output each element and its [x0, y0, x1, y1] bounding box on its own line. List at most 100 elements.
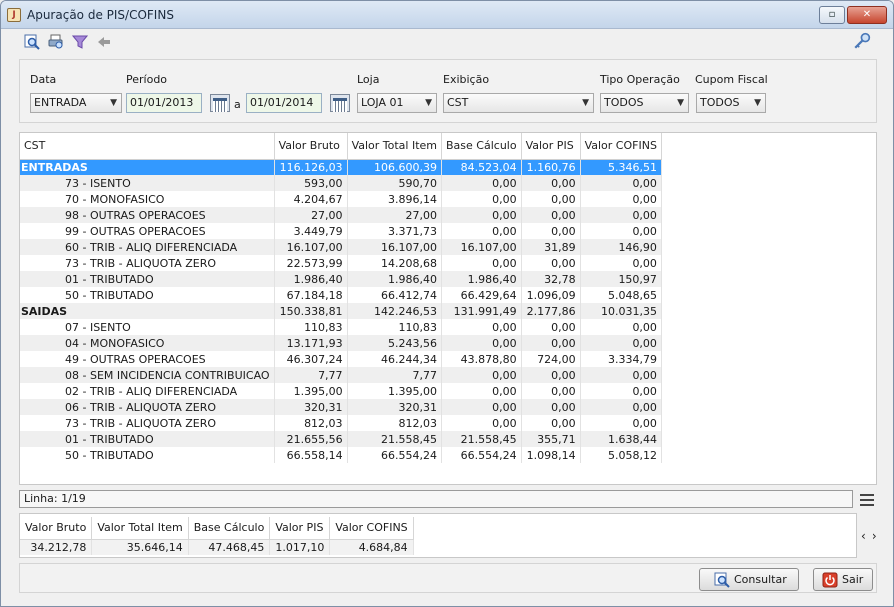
table-row[interactable]: 98 - OUTRAS OPERACOES 27,00 27,00 0,00 0,00 0… — [20, 207, 662, 223]
table-row[interactable]: 02 - TRIB - ALIQ DIFERENCIADA 1.395,00 1.3… — [20, 383, 662, 399]
restore-button[interactable]: ▫ — [819, 6, 845, 24]
chevron-down-icon: ▼ — [425, 98, 432, 108]
chevron-left-icon[interactable]: ‹ — [861, 529, 872, 543]
column-header[interactable]: CST — [20, 133, 275, 160]
value-cell: 3.371,73 — [347, 223, 443, 239]
totals-panel: Valor Bruto Valor Total Item Base Cálculo V… — [19, 513, 857, 558]
value-cell: 46.307,24 — [274, 351, 348, 367]
value-cell: 21.655,56 — [274, 431, 348, 447]
table-row[interactable]: 73 - TRIB - ALIQUOTA ZERO 22.573,99 14.208… — [20, 255, 662, 271]
loja-select[interactable]: LOJA 01 ▼ — [357, 93, 437, 113]
cst-cell: 01 - TRIBUTADO — [20, 271, 275, 287]
table-row[interactable]: SAIDAS 150.338,81 142.246,53 131.991,49 2.17… — [20, 303, 662, 319]
column-header[interactable]: Valor Bruto — [274, 133, 348, 160]
table-row[interactable]: 99 - OUTRAS OPERACOES 3.449,79 3.371,73 0,0… — [20, 223, 662, 239]
exibicao-select-value: CST — [447, 96, 469, 109]
data-select-value: ENTRADA — [34, 96, 87, 109]
table-row[interactable]: 07 - ISENTO 110,83 110,83 0,00 0,00 0,00 — [20, 319, 662, 335]
value-cell: 131.991,49 — [441, 303, 522, 319]
table-row[interactable]: 70 - MONOFASICO 4.204,67 3.896,14 0,00 0,00 0… — [20, 191, 662, 207]
menu-icon[interactable] — [859, 491, 875, 507]
table-row[interactable]: 04 - MONOFASICO 13.171,93 5.243,56 0,00 0,00… — [20, 335, 662, 351]
totals-column-header: Valor PIS — [269, 517, 331, 540]
filter-icon[interactable] — [71, 33, 89, 51]
table-row[interactable]: 06 - TRIB - ALIQUOTA ZERO 320,31 320,31 0,0… — [20, 399, 662, 415]
consultar-button[interactable]: Consultar — [699, 568, 799, 591]
column-header[interactable]: Valor PIS — [521, 133, 581, 160]
value-cell: 1.160,76 — [521, 159, 581, 175]
table-row[interactable]: 73 - TRIB - ALIQUOTA ZERO 812,03 812,03 0,0… — [20, 415, 662, 431]
table-row[interactable]: 60 - TRIB - ALIQ DIFERENCIADA 16.107,00 16… — [20, 239, 662, 255]
column-header[interactable]: Valor COFINS — [580, 133, 662, 160]
value-cell: 66.554,24 — [347, 447, 443, 463]
chevron-right-icon[interactable]: › — [872, 529, 883, 543]
column-header[interactable]: Base Cálculo — [441, 133, 522, 160]
value-cell: 0,00 — [580, 223, 662, 239]
cupom-fiscal-select[interactable]: TODOS ▼ — [696, 93, 766, 113]
totals-column-header: Valor Bruto — [20, 517, 93, 540]
table-row[interactable]: 01 - TRIBUTADO 21.655,56 21.558,45 21.558,4… — [20, 431, 662, 447]
value-cell: 1.638,44 — [580, 431, 662, 447]
periodo-fim-input[interactable]: 01/01/2014 — [246, 93, 322, 113]
value-cell: 724,00 — [521, 351, 581, 367]
table-row[interactable]: 08 - SEM INCIDENCIA CONTRIBUICAO 7,77 7,77… — [20, 367, 662, 383]
value-cell: 0,00 — [521, 335, 581, 351]
value-cell: 0,00 — [521, 255, 581, 271]
cst-cell: 60 - TRIB - ALIQ DIFERENCIADA — [20, 239, 275, 255]
periodo-separator: a — [234, 98, 241, 111]
calendar-icon[interactable] — [330, 94, 350, 112]
close-window-button[interactable]: ✕ — [847, 6, 887, 24]
value-cell: 16.107,00 — [274, 239, 348, 255]
value-cell: 1.096,09 — [521, 287, 581, 303]
sair-button[interactable]: Sair — [813, 568, 873, 591]
value-cell: 0,00 — [580, 399, 662, 415]
value-cell: 84.523,04 — [441, 159, 522, 175]
power-icon — [822, 572, 838, 587]
consultar-label: Consultar — [734, 573, 787, 586]
cst-cell: 70 - MONOFASICO — [20, 191, 275, 207]
app-window: J Apuração de PIS/COFINS ▫ ✕ Data ENTRAD… — [0, 0, 894, 607]
value-cell: 0,00 — [580, 191, 662, 207]
value-cell: 31,89 — [521, 239, 581, 255]
cst-cell: ENTRADAS — [20, 159, 275, 175]
cupom-fiscal-label: Cupom Fiscal — [695, 73, 768, 86]
data-select[interactable]: ENTRADA ▼ — [30, 93, 122, 113]
value-cell: 1.986,40 — [347, 271, 443, 287]
search-icon[interactable] — [23, 33, 41, 51]
value-cell: 0,00 — [441, 207, 522, 223]
back-arrow-icon[interactable] — [95, 33, 113, 51]
table-row[interactable]: ENTRADAS 116.126,03 106.600,39 84.523,04 1.1… — [20, 159, 662, 175]
cst-cell: 73 - TRIB - ALIQUOTA ZERO — [20, 415, 275, 431]
table-row[interactable]: 50 - TRIBUTADO 66.558,14 66.554,24 66.554,2… — [20, 447, 662, 463]
calendar-icon[interactable] — [210, 94, 230, 112]
value-cell: 1.395,00 — [347, 383, 443, 399]
exibicao-select[interactable]: CST ▼ — [443, 93, 594, 113]
chevron-down-icon: ▼ — [677, 98, 684, 108]
table-row[interactable]: 49 - OUTRAS OPERACOES 46.307,24 46.244,34 4… — [20, 351, 662, 367]
chevron-down-icon: ▼ — [754, 98, 761, 108]
value-cell: 66.558,14 — [274, 447, 348, 463]
tipo-operacao-select[interactable]: TODOS ▼ — [600, 93, 689, 113]
value-cell: 0,00 — [580, 367, 662, 383]
periodo-inicio-input[interactable]: 01/01/2013 — [126, 93, 202, 113]
value-cell: 0,00 — [441, 415, 522, 431]
grid-header-row: CST Valor Bruto Valor Total Item Base Cálcu… — [20, 133, 662, 160]
totals-value-cell: 35.646,14 — [91, 539, 189, 555]
value-cell: 0,00 — [521, 415, 581, 431]
value-cell: 116.126,03 — [274, 159, 348, 175]
filters-panel: Data ENTRADA ▼ Período 01/01/2013 a 01/01… — [19, 59, 877, 123]
table-row[interactable]: 50 - TRIBUTADO 67.184,18 66.412,74 66.429,6… — [20, 287, 662, 303]
cst-cell: 73 - TRIB - ALIQUOTA ZERO — [20, 255, 275, 271]
value-cell: 66.429,64 — [441, 287, 522, 303]
value-cell: 46.244,34 — [347, 351, 443, 367]
key-icon[interactable] — [853, 32, 871, 50]
table-row[interactable]: 73 - ISENTO 593,00 590,70 0,00 0,00 0,00 — [20, 175, 662, 191]
title-bar: J Apuração de PIS/COFINS ▫ ✕ — [1, 1, 893, 29]
column-header[interactable]: Valor Total Item — [347, 133, 443, 160]
table-row[interactable]: 01 - TRIBUTADO 1.986,40 1.986,40 1.986,40 32… — [20, 271, 662, 287]
totals-value-cell: 34.212,78 — [20, 539, 93, 555]
value-cell: 5.048,65 — [580, 287, 662, 303]
buttons-panel: Consultar Sair — [19, 563, 877, 593]
value-cell: 150.338,81 — [274, 303, 348, 319]
print-preview-icon[interactable] — [47, 33, 65, 51]
